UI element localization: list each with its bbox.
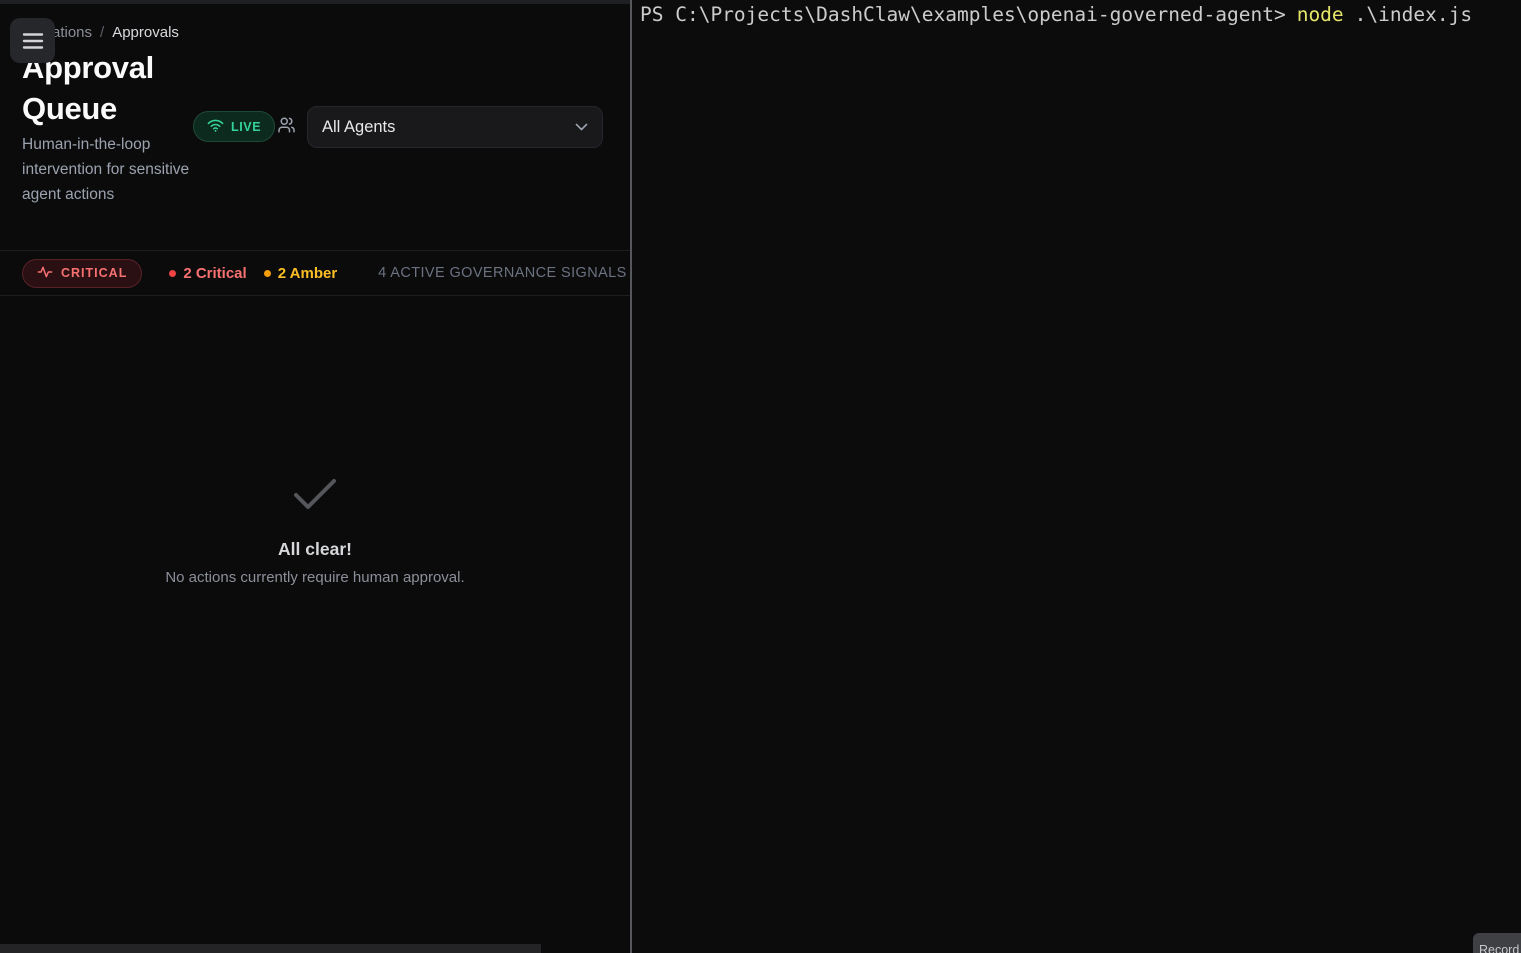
amber-count-label: 2 Amber [278,265,337,282]
hamburger-icon [22,32,44,50]
critical-badge-label: CRITICAL [61,266,127,280]
live-badge-label: LIVE [231,120,261,134]
agent-filter-select[interactable]: All Agents [307,106,603,148]
critical-dot-icon [169,270,176,277]
empty-state: All clear! No actions currently require … [0,477,630,586]
critical-severity-badge: CRITICAL [22,259,142,288]
breadcrumb: rations/Approvals [47,24,179,41]
record-button[interactable]: Record [1473,933,1521,953]
empty-state-title: All clear! [0,539,630,560]
terminal-command: node [1297,3,1344,26]
live-badge: LIVE [193,111,275,142]
critical-count: 2 Critical [169,265,246,282]
menu-button[interactable] [10,18,55,63]
horizontal-scrollbar[interactable] [0,944,541,953]
terminal-command-args: .\index.js [1355,3,1472,26]
amber-dot-icon [264,270,271,277]
terminal-line: PS C:\Projects\DashClaw\examples\openai-… [640,2,1521,28]
active-signals-summary: 4 ACTIVE GOVERNANCE SIGNALS [378,265,627,281]
terminal-prompt: PS C:\Projects\DashClaw\examples\openai-… [640,3,1286,26]
terminal-pane[interactable]: PS C:\Projects\DashClaw\examples\openai-… [632,0,1521,953]
empty-state-message: No actions currently require human appro… [0,569,630,586]
agent-filter-value: All Agents [322,118,395,137]
breadcrumb-separator: / [100,24,104,41]
critical-count-label: 2 Critical [183,265,246,282]
page-subtitle: Human-in-the-loop intervention for sensi… [22,132,192,207]
chevron-down-icon [575,118,588,136]
approvals-panel: rations/Approvals Approval Queue LIVE [0,0,630,953]
check-icon [292,477,338,516]
governance-status-bar: CRITICAL 2 Critical 2 Amber 4 ACTIVE GOV… [0,250,630,296]
window-top-edge [0,0,630,4]
amber-count: 2 Amber [264,265,337,282]
breadcrumb-current: Approvals [112,24,179,41]
activity-pulse-icon [37,265,53,282]
wifi-icon [207,118,224,136]
users-icon [277,116,296,139]
